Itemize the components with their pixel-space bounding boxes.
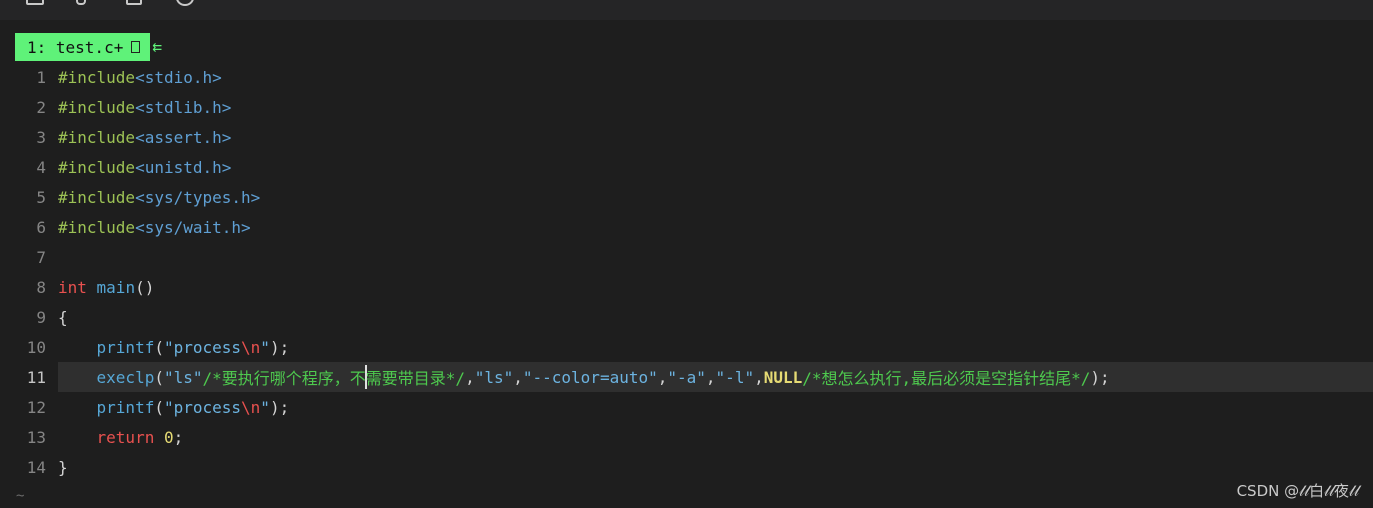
pin-icon[interactable]: [76, 0, 86, 5]
line-code[interactable]: #include <assert.h>: [58, 122, 1373, 152]
line-number: 2: [36, 97, 46, 117]
code-line-8: 8 int main(): [0, 272, 1373, 302]
empty-line-tilde: ~: [16, 488, 25, 504]
line-number: 1: [36, 67, 46, 87]
tab-test-c[interactable]: 1: test.c+: [15, 33, 151, 61]
line-code[interactable]: #include <stdlib.h>: [58, 92, 1373, 122]
line-code[interactable]: #include <stdio.h>: [58, 62, 1373, 92]
line-code[interactable]: }: [58, 452, 1373, 482]
line-code[interactable]: #include <unistd.h>: [58, 152, 1373, 182]
code-line-7: 7: [0, 242, 1373, 272]
line-code[interactable]: return 0;: [58, 422, 1373, 452]
line-number: 6: [36, 217, 46, 237]
line-number: 13: [26, 427, 46, 447]
line-number: 10: [26, 337, 46, 357]
line-number: 8: [36, 277, 46, 297]
code-line-1: 1 #include <stdio.h>: [0, 62, 1373, 92]
vim-editor-window: 1: test.c+ ⇇ 1 #include <stdio.h> 2 #incl…: [0, 0, 1373, 508]
modified-indicator-icon: [131, 41, 141, 53]
line-number: 11: [26, 367, 46, 387]
line-number: 9: [36, 307, 46, 327]
code-line-13: 13 return 0;: [0, 422, 1373, 452]
tab-arrow-icon: ⇇: [152, 37, 162, 56]
line-number: 14: [26, 457, 46, 477]
line-number: 4: [36, 157, 46, 177]
line-number: 3: [36, 127, 46, 147]
tab-label: 1: test.c+: [27, 37, 124, 57]
line-code[interactable]: execlp("ls"/*要执行哪个程序，不 需要带目录*/, "ls", "--co…: [58, 362, 1373, 392]
top-toolbar: [0, 0, 1373, 20]
code-line-10: 10 printf("process \n ");: [0, 332, 1373, 362]
toolbar-gap: [0, 20, 1373, 33]
line-code[interactable]: printf("process \n ");: [58, 392, 1373, 422]
code-line-12: 12 printf("process \n ");: [0, 392, 1373, 422]
code-line-3: 3 #include <assert.h>: [0, 122, 1373, 152]
line-code[interactable]: {: [58, 302, 1373, 332]
copy-icon[interactable]: [126, 0, 142, 5]
code-line-2: 2 #include <stdlib.h>: [0, 92, 1373, 122]
code-line-6: 6 #include <sys/wait.h>: [0, 212, 1373, 242]
line-code[interactable]: #include <sys/types.h>: [58, 182, 1373, 212]
csdn-watermark: CSDN @𝓁𝓁白𝓁𝓁夜𝓁𝓁: [1236, 482, 1359, 500]
line-code[interactable]: [58, 242, 1373, 272]
tabline: 1: test.c+ ⇇: [15, 33, 162, 61]
line-code[interactable]: #include <sys/wait.h>: [58, 212, 1373, 242]
line-number: 5: [36, 187, 46, 207]
line-number: 7: [36, 247, 46, 267]
line-number: 12: [26, 397, 46, 417]
line-code[interactable]: int main(): [58, 272, 1373, 302]
code-editor[interactable]: 1 #include <stdio.h> 2 #include <stdlib.h>…: [0, 62, 1373, 482]
code-line-5: 5 #include <sys/types.h>: [0, 182, 1373, 212]
info-icon[interactable]: [176, 0, 194, 6]
code-line-4: 4 #include <unistd.h>: [0, 152, 1373, 182]
line-code[interactable]: printf("process \n ");: [58, 332, 1373, 362]
code-line-9: 9 {: [0, 302, 1373, 332]
panel-icon[interactable]: [26, 0, 44, 5]
code-line-11-current: 11 execlp("ls"/*要执行哪个程序，不 需要带目录*/, "ls", "-…: [0, 362, 1373, 392]
code-line-14: 14 }: [0, 452, 1373, 482]
